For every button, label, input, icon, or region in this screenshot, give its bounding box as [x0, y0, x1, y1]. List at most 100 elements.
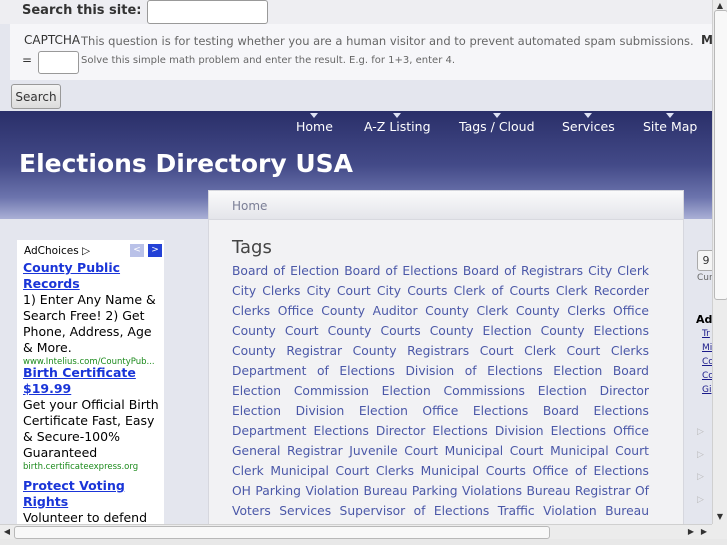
captcha-description: This question is for testing whether you…: [81, 34, 694, 48]
nav-item-label: Services: [562, 119, 615, 134]
search-label: Search this site:: [22, 3, 142, 18]
tag-link[interactable]: Election Commissions: [382, 384, 525, 398]
page-viewport: Search this site: CAPTCHA This question …: [0, 0, 712, 524]
right-arrow-icon: ▷: [697, 450, 704, 460]
captcha-answer-input[interactable]: [38, 51, 79, 74]
tag-link[interactable]: Supervisor of Elections: [340, 504, 490, 518]
tag-link[interactable]: General Registrar: [232, 444, 343, 458]
nav-item-services[interactable]: Services: [562, 113, 615, 134]
tag-link[interactable]: Election Division: [232, 404, 344, 418]
tag-link[interactable]: Juvenile Court: [349, 444, 438, 458]
vertical-scroll-thumb[interactable]: [714, 10, 727, 300]
tag-link[interactable]: Municipal Court Clerks: [270, 464, 414, 478]
search-row: Search this site:: [0, 0, 712, 24]
ad-column: AdChoices ▷ < > County Public Records 1)…: [17, 240, 164, 524]
tag-link[interactable]: County Clerks Office: [516, 304, 649, 318]
captcha-right-fragment: M: [701, 33, 712, 47]
tag-link[interactable]: Elections Division: [432, 424, 543, 438]
right-ad-link[interactable]: Tr: [702, 329, 712, 340]
tag-link[interactable]: Elections Board: [473, 404, 579, 418]
tag-link[interactable]: County Registrar: [232, 344, 342, 358]
tag-link[interactable]: County Registrars: [353, 344, 469, 358]
tag-link[interactable]: County Elections: [541, 324, 649, 338]
main-content: Home Tags Board of Election Board of Ele…: [208, 190, 684, 524]
right-ad-link[interactable]: Mi: [702, 343, 712, 354]
captcha-hint: Solve this simple math problem and enter…: [81, 55, 456, 66]
ad-prev-arrow-icon[interactable]: <: [130, 244, 144, 257]
tag-link[interactable]: Election Commission: [232, 384, 369, 398]
nav-marker-icon: [492, 113, 501, 118]
nav-marker-icon: [393, 113, 402, 118]
tags-list: Board of Election Board of Elections Boa…: [232, 261, 649, 524]
horizontal-scrollbar[interactable]: ◀ ▶ ▶: [0, 524, 712, 540]
tag-link[interactable]: Department of Elections: [232, 364, 395, 378]
tag-link[interactable]: Clerks Office: [232, 304, 314, 318]
scroll-down-icon[interactable]: ▼: [714, 511, 726, 523]
tag-link[interactable]: Election Office: [359, 404, 458, 418]
ad-title[interactable]: Birth Certificate $19.99: [23, 365, 163, 397]
tag-link[interactable]: Municipal Court: [445, 444, 544, 458]
tag-link[interactable]: Clerk Recorder: [556, 284, 649, 298]
scroll-left-icon[interactable]: ◀: [1, 526, 13, 538]
captcha-equals: =: [22, 53, 33, 67]
tag-link[interactable]: County Clerk: [425, 304, 508, 318]
tag-link[interactable]: Division of Elections: [405, 364, 542, 378]
tag-link[interactable]: County Court: [232, 324, 319, 338]
tag-link[interactable]: City Clerk: [588, 264, 649, 278]
tag-link[interactable]: City Court: [307, 284, 371, 298]
adchoices-label[interactable]: AdChoices ▷: [24, 245, 90, 257]
tag-link[interactable]: Municipal Courts: [421, 464, 526, 478]
right-ad-link[interactable]: Gi: [702, 385, 712, 396]
tag-link[interactable]: Board of Registrars: [463, 264, 583, 278]
tag-link[interactable]: Clerk of Courts: [454, 284, 550, 298]
search-button[interactable]: Search: [11, 84, 61, 109]
tag-link[interactable]: Services: [279, 504, 331, 518]
tag-link[interactable]: Elections Director: [313, 424, 425, 438]
tag-link[interactable]: OH Parking Violation Bureau: [232, 484, 407, 498]
tag-link[interactable]: Court Clerk: [480, 344, 556, 358]
tag-link[interactable]: Board of Election: [232, 264, 339, 278]
horizontal-scroll-thumb[interactable]: [14, 526, 550, 539]
tag-link[interactable]: County Courts: [328, 324, 421, 338]
scroll-right-icon[interactable]: ▶: [698, 526, 710, 538]
tag-link[interactable]: Election Board: [553, 364, 649, 378]
captcha-box: CAPTCHA This question is for testing whe…: [10, 24, 712, 80]
adchoices-icon: ▷: [82, 245, 91, 257]
main-nav: Home A-Z Listing Tags / Cloud Services S…: [0, 113, 712, 139]
tag-link[interactable]: Parking Violations Bureau: [412, 484, 570, 498]
right-ad-link[interactable]: Co: [702, 357, 712, 368]
search-input[interactable]: [147, 0, 268, 24]
ad-title[interactable]: Protect Voting Rights: [23, 478, 163, 510]
ad-title[interactable]: County Public Records: [23, 260, 163, 292]
right-arrow-icon: ▷: [697, 427, 704, 437]
vertical-scrollbar[interactable]: ▲ ▼: [712, 0, 727, 524]
nav-marker-icon: [584, 113, 593, 118]
tag-link[interactable]: Office of Elections: [533, 464, 649, 478]
tag-link[interactable]: County Election: [430, 324, 532, 338]
breadcrumb-home-link[interactable]: Home: [232, 199, 267, 213]
adchoices-text: AdChoices: [24, 245, 79, 257]
nav-item-site-map[interactable]: Site Map: [643, 113, 697, 134]
ad-body: Volunteer to defend: [23, 510, 148, 524]
tag-link[interactable]: Election Director: [538, 384, 649, 398]
right-ad-link[interactable]: Co: [702, 371, 712, 382]
tag-link[interactable]: Court Clerks: [566, 344, 649, 358]
tag-link[interactable]: Board of Elections: [344, 264, 458, 278]
tag-link[interactable]: City Clerks: [232, 284, 300, 298]
nav-item-home[interactable]: Home: [296, 113, 333, 134]
ad-next-arrow-icon[interactable]: >: [148, 244, 162, 257]
nav-item-a-z-listing[interactable]: A-Z Listing: [364, 113, 431, 134]
nav-item-tags-cloud[interactable]: Tags / Cloud: [459, 113, 535, 134]
tag-link[interactable]: Elections Office: [551, 424, 649, 438]
tag-link[interactable]: City Courts: [377, 284, 447, 298]
ad-url[interactable]: birth.certificateexpress.org: [23, 461, 163, 473]
right-arrow-icon: ▷: [697, 472, 704, 482]
scroll-right-icon[interactable]: ▶: [685, 526, 697, 538]
right-number-button[interactable]: 9: [697, 250, 712, 271]
right-arrow-icon: ▷: [697, 495, 704, 505]
tag-link[interactable]: Traffic Violation Bureau: [498, 504, 649, 518]
nav-marker-icon: [666, 113, 675, 118]
tag-link[interactable]: County Auditor: [321, 304, 417, 318]
site-title[interactable]: Elections Directory USA: [19, 149, 353, 178]
nav-item-label: A-Z Listing: [364, 119, 431, 134]
